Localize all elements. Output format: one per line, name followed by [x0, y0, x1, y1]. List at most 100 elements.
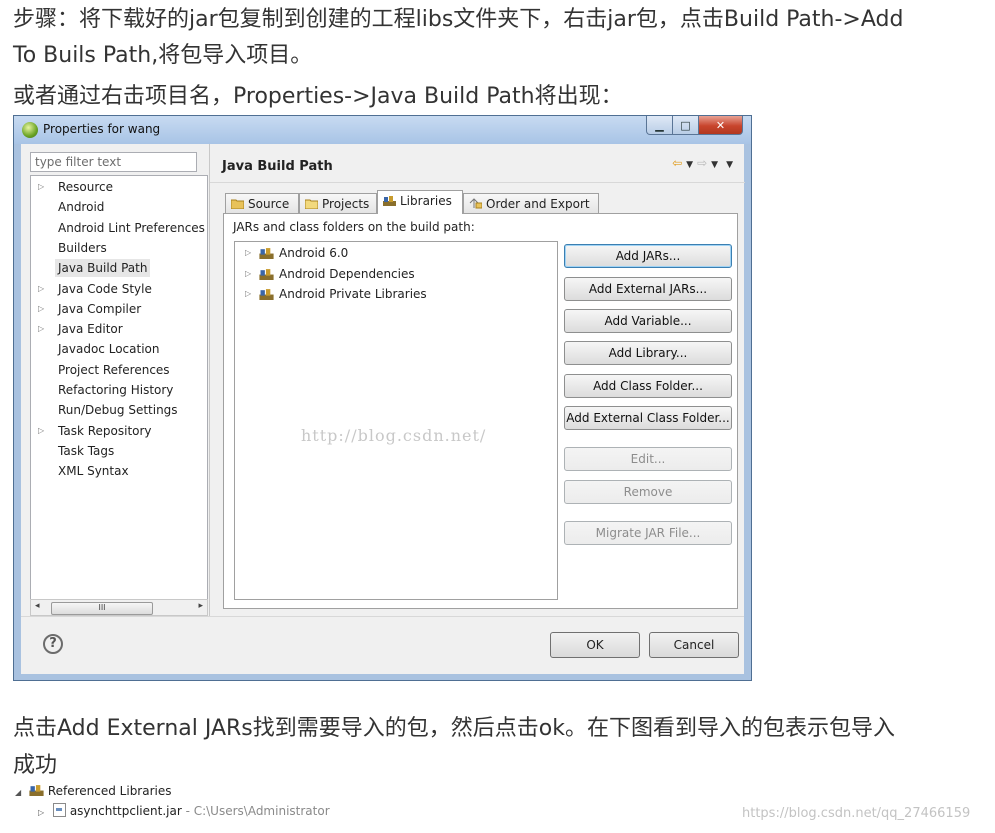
tree-item[interactable]: Android — [31, 198, 207, 216]
expand-triangle-icon[interactable]: ▷ — [38, 320, 44, 338]
expand-triangle-icon[interactable]: ▷ — [38, 300, 44, 318]
build-path-action-button[interactable]: Remove — [564, 480, 732, 504]
tree-item-label: Project References — [58, 362, 170, 377]
scroll-right-icon[interactable]: ▸ — [198, 601, 203, 611]
article-paragraph-4: 点击Add External JARs找到需要导入的包，然后点击ok。在下图看到… — [13, 716, 895, 741]
tree-item[interactable]: Javadoc Location — [31, 340, 207, 358]
libraries-icon — [383, 196, 396, 206]
article-paragraph-5: 成功 — [13, 753, 58, 778]
maximize-button[interactable]: □ — [673, 116, 699, 135]
forward-menu-chevron-down-icon[interactable]: ▼ — [711, 160, 718, 170]
library-item[interactable]: ▷ Android Private Libraries — [235, 285, 557, 303]
tree-item[interactable]: Builders — [31, 239, 207, 257]
tree-item[interactable]: ▷ Task Repository — [31, 422, 207, 440]
expand-triangle-icon[interactable]: ▷ — [245, 265, 251, 283]
watermark-url: https://blog.csdn.net/qq_27466159 — [742, 806, 971, 821]
forward-arrow-icon[interactable]: ⇨ — [697, 156, 707, 170]
tree-item[interactable]: Run/Debug Settings — [31, 401, 207, 419]
back-arrow-icon[interactable]: ⇦ — [672, 156, 682, 170]
dialog-client: type filter text ▷ Resource Android Android… — [21, 144, 745, 674]
help-icon[interactable]: ? — [43, 634, 63, 654]
tree-item[interactable]: Java Build Path — [31, 259, 207, 278]
tree-item-label: Task Repository — [58, 423, 152, 438]
order-export-icon — [469, 198, 482, 209]
build-path-action-button[interactable]: Edit... — [564, 447, 732, 471]
right-panel: Java Build Path ⇦ ▼ ⇨ ▼ ▼ Source Projects Li… — [209, 144, 745, 616]
filter-input[interactable]: type filter text — [30, 152, 197, 172]
tree-horizontal-scrollbar[interactable]: ◂ III ▸ — [30, 599, 208, 616]
tab-projects[interactable]: Projects — [299, 193, 377, 213]
jar-node[interactable]: ▷ asynchttpclient.jar - C:\Users\Adminis… — [38, 802, 330, 820]
scroll-left-icon[interactable]: ◂ — [35, 601, 40, 611]
article-paragraph-2: To Buils Path,将包导入项目。 — [13, 43, 313, 68]
maximize-icon: □ — [680, 118, 691, 132]
tree-item[interactable]: ▷ Java Compiler — [31, 300, 207, 318]
tree-item[interactable]: XML Syntax — [31, 462, 207, 480]
expand-triangle-icon[interactable]: ▷ — [245, 244, 251, 262]
history-navigation: ⇦ ▼ ⇨ ▼ ▼ — [672, 156, 737, 170]
article-paragraph-1: 步骤：将下载好的jar包复制到创建的工程libs文件夹下，右击jar包，点击Bu… — [13, 7, 904, 32]
build-path-action-button[interactable]: Add External JARs... — [564, 277, 732, 301]
tree-item[interactable]: Project References — [31, 361, 207, 379]
jars-list-label: JARs and class folders on the build path… — [233, 220, 475, 234]
tree-item-label: Android — [58, 200, 105, 215]
tree-item[interactable]: ▷ Java Code Style — [31, 280, 207, 298]
window-titlebar[interactable]: Properties for wang ▁ □ ✕ — [14, 116, 751, 144]
ok-button[interactable]: OK — [550, 632, 640, 658]
page-title: Java Build Path — [222, 159, 333, 174]
build-path-action-button[interactable]: Add External Class Folder... — [564, 406, 732, 430]
jar-path: - C:\Users\Administrator — [181, 804, 330, 818]
build-path-action-button[interactable]: Add JARs... — [564, 244, 732, 268]
expand-triangle-icon[interactable]: ▷ — [245, 285, 251, 303]
tree-item-label: XML Syntax — [58, 464, 129, 479]
view-menu-chevron-down-icon[interactable]: ▼ — [726, 160, 733, 170]
expanded-triangle-icon: ◢ — [15, 788, 22, 797]
tree-item-label: Java Code Style — [58, 281, 152, 296]
tree-item-label: Builders — [58, 240, 107, 255]
library-label: Android 6.0 — [279, 246, 349, 260]
tree-item[interactable]: ▷ Resource — [31, 178, 207, 196]
tree-item[interactable]: Refactoring History — [31, 381, 207, 399]
projects-folder-icon — [305, 199, 318, 209]
properties-window: Properties for wang ▁ □ ✕ type filter te… — [13, 115, 752, 681]
tree-item-label: Javadoc Location — [58, 342, 160, 357]
article-paragraph-3: 或者通过右击项目名，Properties->Java Build Path将出现… — [13, 84, 623, 109]
tree-item-label: Java Compiler — [58, 301, 142, 316]
referenced-libraries-node[interactable]: ◢ Referenced Libraries — [15, 782, 172, 800]
watermark-text: http://blog.csdn.net/ — [301, 426, 487, 445]
scroll-thumb[interactable]: III — [51, 602, 153, 615]
library-icon — [259, 289, 274, 300]
build-path-action-button[interactable]: Add Class Folder... — [564, 374, 732, 398]
close-button[interactable]: ✕ — [699, 116, 743, 135]
build-path-action-button[interactable]: Add Library... — [564, 341, 732, 365]
tree-item-label: Run/Debug Settings — [58, 403, 178, 418]
build-path-action-button[interactable]: Add Variable... — [564, 309, 732, 333]
tree-item[interactable]: Task Tags — [31, 442, 207, 460]
jar-file-icon — [52, 803, 66, 817]
library-list: http://blog.csdn.net/ ▷ Android 6.0 ▷ Andro… — [234, 241, 558, 600]
build-path-action-button[interactable]: Migrate JAR File... — [564, 521, 732, 545]
tab-libraries[interactable]: Libraries — [377, 190, 463, 214]
tab-source[interactable]: Source — [225, 193, 299, 213]
expand-triangle-icon[interactable]: ▷ — [38, 280, 44, 298]
tree-item-label: Android Lint Preferences — [58, 220, 205, 235]
jar-name: asynchttpclient.jar — [69, 804, 182, 818]
tree-item-label: Java Editor — [58, 322, 123, 337]
collapsed-triangle-icon: ▷ — [38, 808, 45, 817]
library-item[interactable]: ▷ Android Dependencies — [235, 265, 557, 283]
tree-item-label: Refactoring History — [58, 383, 174, 397]
libraries-icon — [29, 785, 44, 796]
back-menu-chevron-down-icon[interactable]: ▼ — [686, 160, 693, 170]
minimize-button[interactable]: ▁ — [646, 116, 673, 135]
expand-triangle-icon[interactable]: ▷ — [38, 422, 44, 440]
expand-triangle-icon[interactable]: ▷ — [38, 178, 44, 196]
library-item[interactable]: ▷ Android 6.0 — [235, 244, 557, 262]
tree-item[interactable]: ▷ Java Editor — [31, 320, 207, 338]
property-tree: ▷ Resource Android Android Lint Preferences… — [30, 175, 208, 601]
tab-order-and-export[interactable]: Order and Export — [463, 193, 599, 213]
cancel-button[interactable]: Cancel — [649, 632, 739, 658]
tree-item[interactable]: Android Lint Preferences — [31, 219, 207, 237]
app-icon — [22, 122, 38, 138]
tree-item-label: Java Build Path — [55, 259, 151, 278]
library-icon — [259, 248, 274, 259]
